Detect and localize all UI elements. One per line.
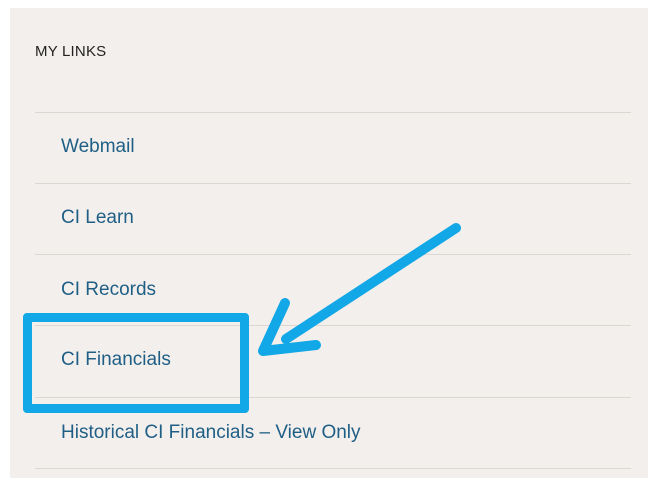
link-ci-learn[interactable]: CI Learn: [61, 207, 134, 229]
link-webmail[interactable]: Webmail: [61, 136, 135, 158]
divider: [35, 254, 631, 255]
divider: [35, 468, 631, 469]
link-historical-ci-financials[interactable]: Historical CI Financials – View Only: [61, 422, 361, 444]
my-links-heading: MY LINKS: [35, 43, 107, 60]
highlight-box: [23, 313, 249, 413]
divider: [35, 112, 631, 113]
divider: [35, 183, 631, 184]
link-ci-records[interactable]: CI Records: [61, 279, 156, 301]
